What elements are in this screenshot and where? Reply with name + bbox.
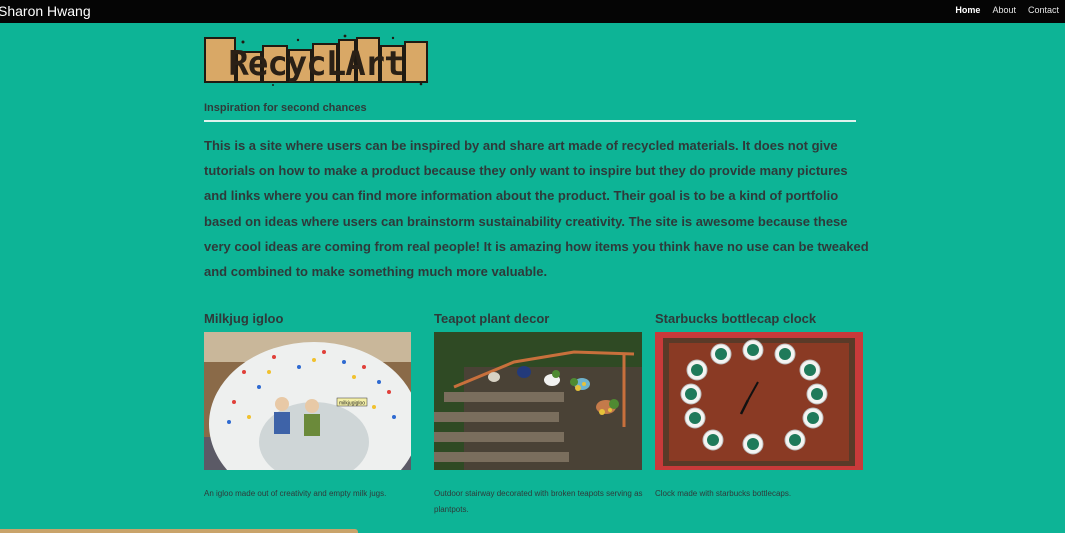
card-title: Teapot plant decor — [434, 311, 550, 326]
photo-label: milkjugigloo — [339, 401, 365, 407]
brand-link[interactable]: Sharon Hwang — [0, 2, 91, 20]
nav-contact[interactable]: Contact — [1028, 4, 1059, 16]
nav-menu: Home About Contact — [955, 4, 1059, 16]
card-title: Starbucks bottlecap clock — [655, 311, 817, 326]
tagline: Inspiration for second chances — [204, 102, 367, 114]
card-title: Milkjug igloo — [204, 311, 284, 326]
svg-text:RecycLArt: RecycLArt — [228, 44, 403, 84]
divider — [204, 120, 856, 122]
card-caption: An igloo made out of creativity and empt… — [204, 489, 387, 498]
nav-about[interactable]: About — [992, 4, 1016, 16]
top-navbar: Sharon Hwang Home About Contact — [0, 0, 1065, 23]
nav-home[interactable]: Home — [955, 4, 980, 16]
card-caption: Outdoor stairway decorated with broken t… — [434, 489, 643, 514]
horizontal-scrollbar[interactable] — [0, 529, 358, 533]
milkjug-igloo-photo[interactable]: milkjugigloo — [204, 332, 411, 470]
card-milkjug-igloo: Milkjug igloo milkjugigloo An igloo made… — [204, 310, 411, 498]
teapot-plant-decor-photo[interactable] — [434, 332, 642, 470]
card-starbucks-bottlecap-clock: Starbucks bottlecap clock Clock made wit… — [655, 310, 863, 498]
card-caption: Clock made with starbucks bottlecaps. — [655, 489, 792, 498]
intro-paragraph: This is a site where users can be inspir… — [204, 138, 869, 280]
card-teapot-plant-decor: Teapot plant decor Outdoor stairway deco… — [434, 310, 643, 514]
recyclart-logo: RecycLArt — [204, 34, 428, 86]
starbucks-clock-photo[interactable] — [655, 332, 863, 470]
